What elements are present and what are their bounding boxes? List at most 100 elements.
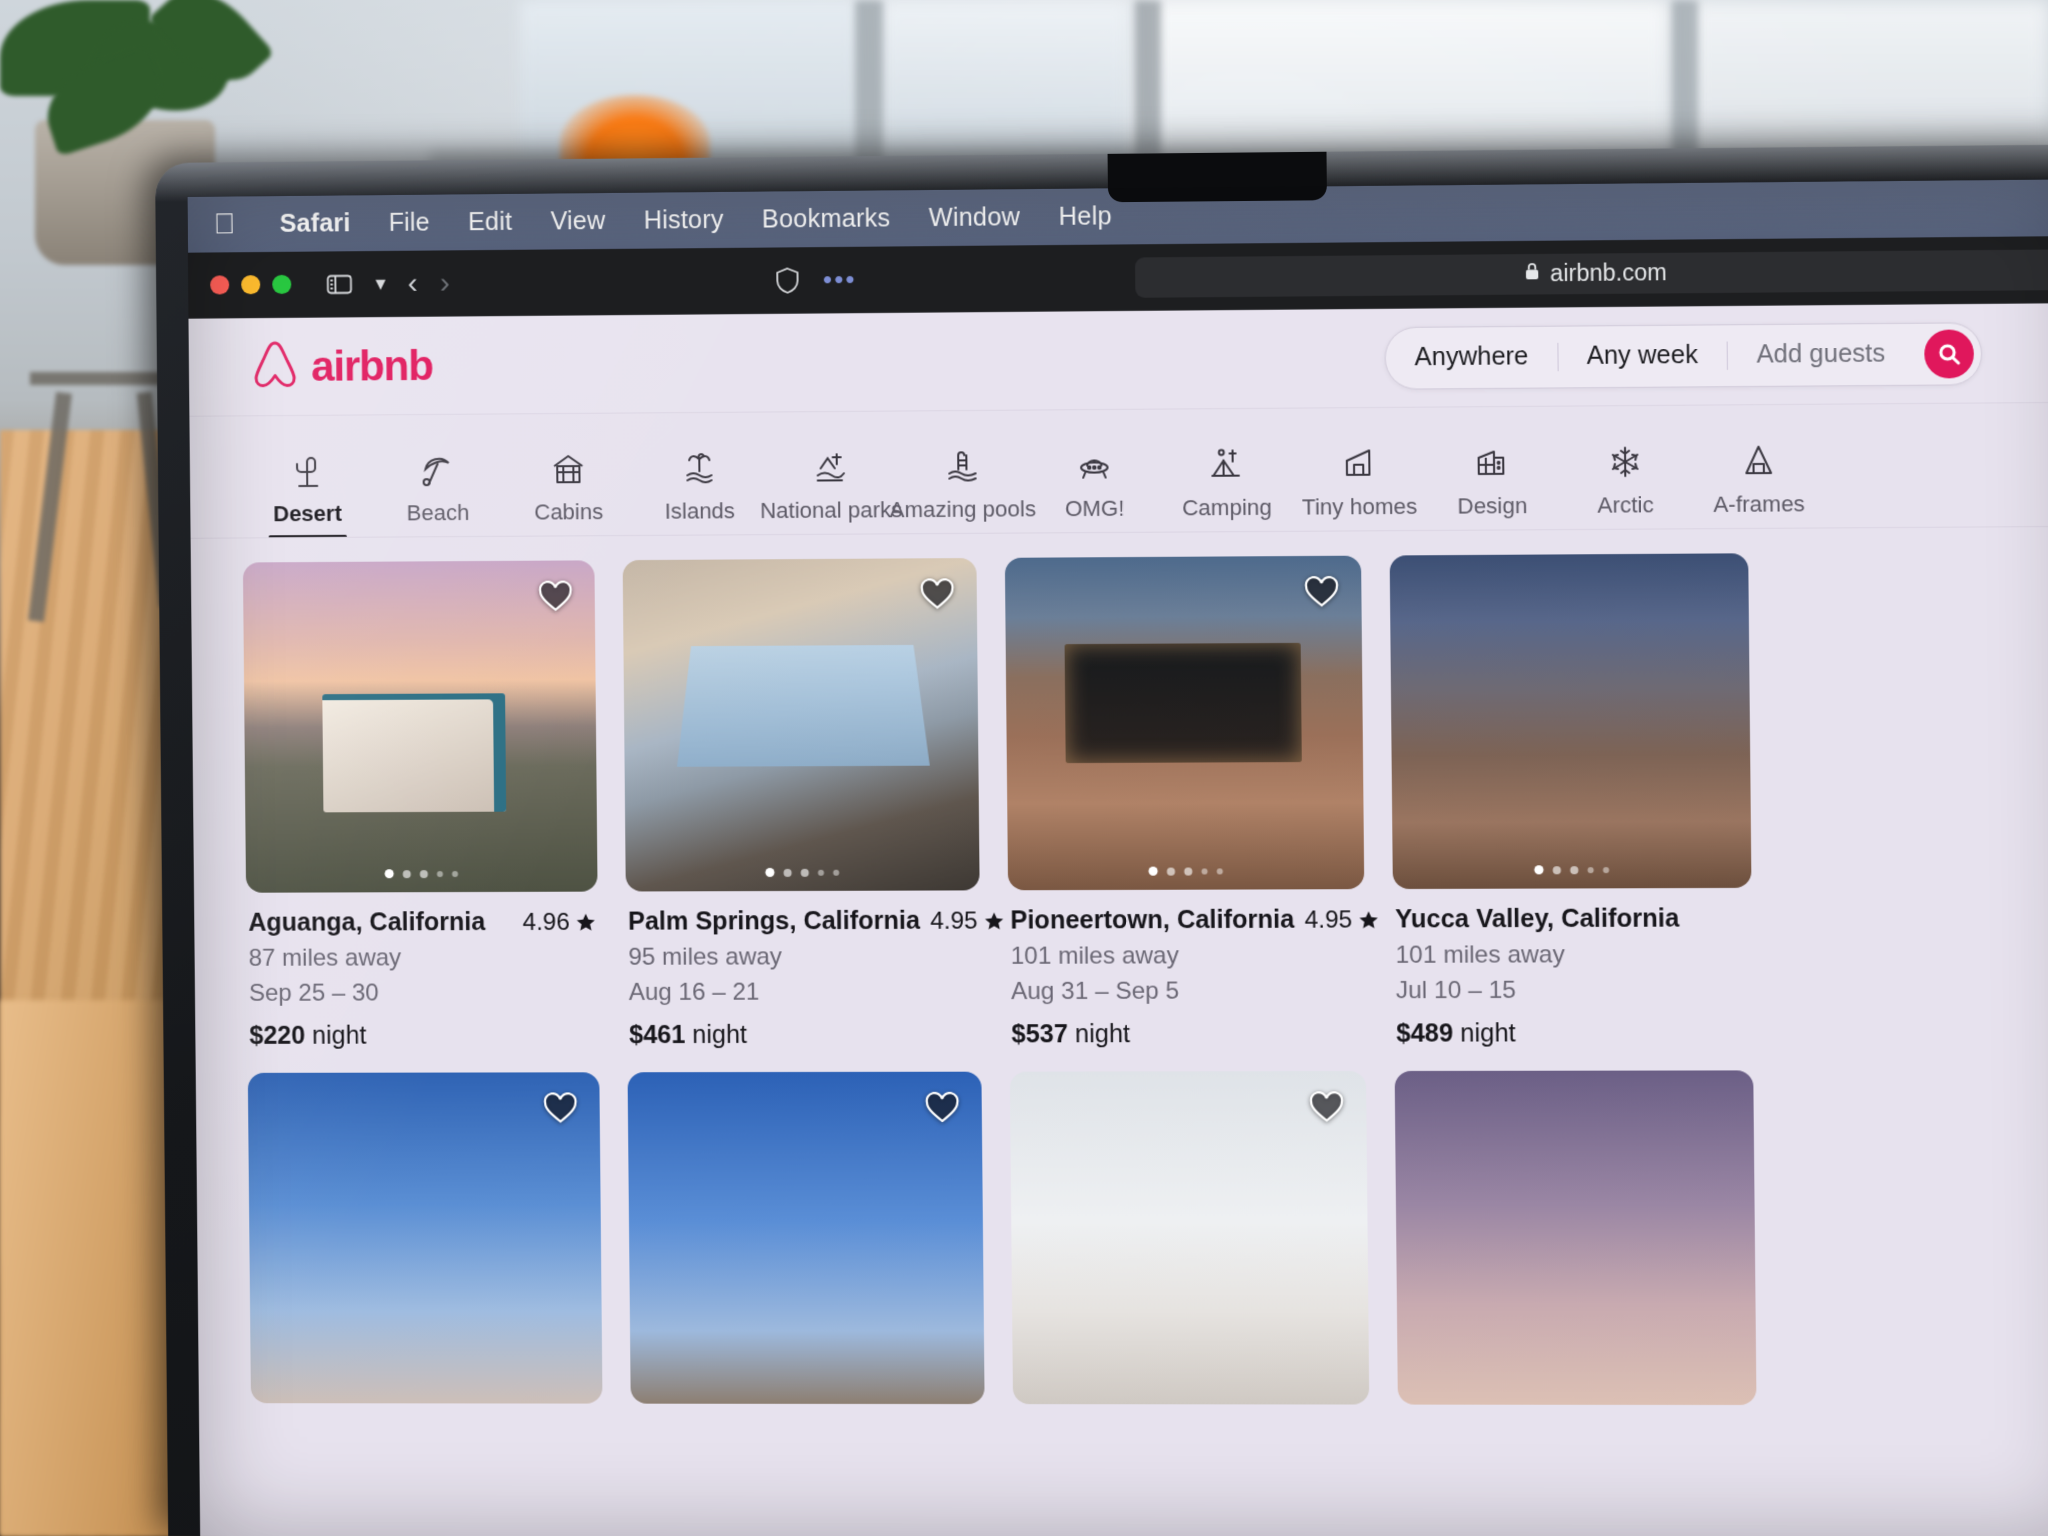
- carousel-dot[interactable]: [419, 869, 428, 878]
- extensions-menu-button[interactable]: •••: [823, 264, 857, 295]
- rating-value: 4.96: [522, 908, 570, 936]
- category-national-parks[interactable]: National parks: [760, 447, 902, 534]
- carousel-dot[interactable]: [1201, 867, 1208, 875]
- heart-icon[interactable]: [538, 581, 573, 615]
- carousel-dot[interactable]: [1587, 866, 1594, 873]
- carousel-dot[interactable]: [817, 869, 825, 876]
- minimize-button[interactable]: [241, 275, 261, 295]
- carousel-dot[interactable]: [800, 868, 809, 877]
- heart-icon[interactable]: [1309, 1091, 1344, 1125]
- listing-title-row: Aguanga, California 4.96: [248, 908, 596, 938]
- category-arctic[interactable]: Arctic: [1558, 441, 1692, 529]
- carousel-dot[interactable]: [436, 870, 443, 877]
- carousel-dot[interactable]: [1534, 865, 1544, 875]
- maximize-button[interactable]: [272, 274, 292, 295]
- close-button[interactable]: [210, 275, 230, 295]
- address-bar[interactable]: airbnb.com: [1135, 248, 2048, 298]
- category-label: OMG!: [1064, 495, 1125, 522]
- apple-logo-icon[interactable]: : [213, 208, 235, 240]
- listing-photo[interactable]: [1004, 555, 1365, 891]
- carousel-dot[interactable]: [1602, 866, 1610, 873]
- category-label: Beach: [406, 499, 470, 526]
- category-amazing-pools[interactable]: Amazing pools: [890, 446, 1036, 533]
- menu-item-help[interactable]: Help: [1059, 202, 1112, 232]
- price-amount: $220: [249, 1021, 306, 1050]
- category-design[interactable]: Design: [1425, 442, 1559, 530]
- listing-card[interactable]: [1394, 1070, 1757, 1406]
- listing-title: Pioneertown, California: [1010, 905, 1295, 935]
- privacy-shield-icon[interactable]: [774, 266, 801, 294]
- listing-dates: Jul 10 – 15: [1395, 976, 1517, 1005]
- search-icon[interactable]: [1924, 328, 1975, 379]
- menu-item-history[interactable]: History: [644, 205, 724, 235]
- heart-icon[interactable]: [1304, 576, 1339, 611]
- carousel-dot[interactable]: [1570, 865, 1579, 874]
- back-button[interactable]: ‹: [408, 266, 418, 299]
- carousel-dot[interactable]: [1184, 866, 1193, 876]
- photo-carousel-dots[interactable]: [1148, 866, 1223, 876]
- listing-photo[interactable]: [1389, 553, 1752, 890]
- airbnb-page: airbnb Anywhere Any week Add guests Dese…: [188, 303, 2048, 1536]
- listing-card[interactable]: Pioneertown, California 4.95 101 miles a…: [1004, 555, 1378, 1050]
- heart-icon[interactable]: [543, 1092, 578, 1126]
- carousel-dot[interactable]: [384, 869, 394, 879]
- menu-item-window[interactable]: Window: [929, 203, 1021, 233]
- carousel-dot[interactable]: [1148, 866, 1158, 876]
- forward-button[interactable]: ›: [440, 266, 450, 299]
- listing-title: Palm Springs, California: [627, 906, 921, 936]
- photo-carousel-dots[interactable]: [765, 867, 840, 877]
- menu-item-bookmarks[interactable]: Bookmarks: [762, 204, 891, 234]
- listing-card[interactable]: [1009, 1071, 1370, 1405]
- carousel-dot[interactable]: [1166, 867, 1176, 876]
- menu-item-file[interactable]: File: [389, 208, 431, 237]
- menu-item-edit[interactable]: Edit: [468, 207, 512, 236]
- listing-title: Aguanga, California: [248, 908, 486, 937]
- photo-carousel-dots[interactable]: [384, 869, 459, 879]
- search-location-field[interactable]: Anywhere: [1386, 342, 1557, 373]
- listing-card[interactable]: [247, 1072, 603, 1404]
- carousel-dot[interactable]: [783, 868, 792, 877]
- listing-card[interactable]: [627, 1071, 985, 1405]
- listing-card[interactable]: Palm Springs, California 4.95 95 miles a…: [622, 557, 1004, 1050]
- menu-item-view[interactable]: View: [550, 206, 605, 236]
- search-bar[interactable]: Anywhere Any week Add guests: [1384, 321, 1983, 390]
- category-a-frames[interactable]: A-frames: [1692, 440, 1826, 528]
- heart-icon[interactable]: [920, 578, 955, 612]
- photo-carousel-dots[interactable]: [1534, 865, 1610, 875]
- listing-grid-row-2: [196, 1047, 2048, 1406]
- listing-photo[interactable]: [1394, 1070, 1757, 1406]
- listing-title-row: Pioneertown, California 4.95: [1010, 905, 1378, 935]
- beach-umbrella-icon: [419, 450, 456, 490]
- cabin-icon: [550, 449, 587, 489]
- listing-price: $220 night: [249, 1021, 597, 1051]
- carousel-dot[interactable]: [765, 867, 775, 877]
- search-dates-field[interactable]: Any week: [1558, 341, 1727, 372]
- listing-details: Palm Springs, California 4.95 95 miles a…: [626, 890, 1004, 1050]
- category-beach[interactable]: Beach: [372, 450, 503, 537]
- category-islands[interactable]: Islands: [634, 448, 766, 535]
- listing-photo[interactable]: [622, 557, 980, 892]
- category-omg[interactable]: OMG!: [1028, 445, 1161, 533]
- category-desert[interactable]: Desert: [242, 450, 373, 537]
- category-tiny-homes[interactable]: Tiny homes: [1293, 443, 1427, 531]
- category-camping[interactable]: Camping: [1160, 444, 1293, 532]
- listing-photo[interactable]: [242, 560, 598, 893]
- sidebar-toggle-icon[interactable]: [325, 272, 353, 296]
- listing-card[interactable]: Aguanga, California 4.96 87 miles away S…: [242, 560, 599, 1051]
- carousel-dot[interactable]: [402, 869, 411, 878]
- search-guests-field[interactable]: Add guests: [1728, 339, 1915, 370]
- carousel-dot[interactable]: [833, 869, 840, 876]
- listing-photo[interactable]: [247, 1072, 603, 1404]
- listing-card[interactable]: Yucca Valley, California 101 miles away …: [1389, 553, 1753, 1048]
- carousel-dot[interactable]: [1552, 865, 1561, 874]
- chevron-down-icon[interactable]: ▾: [375, 271, 385, 296]
- listing-photo[interactable]: [1009, 1071, 1370, 1405]
- menu-item-safari[interactable]: Safari: [280, 209, 351, 239]
- carousel-dot[interactable]: [1216, 867, 1223, 874]
- category-filter-bar[interactable]: Desert Beach Cabins Islands National par…: [189, 402, 2048, 539]
- category-cabins[interactable]: Cabins: [503, 449, 635, 536]
- airbnb-logo[interactable]: airbnb: [251, 338, 433, 395]
- listing-photo[interactable]: [627, 1071, 985, 1405]
- heart-icon[interactable]: [925, 1092, 960, 1126]
- carousel-dot[interactable]: [451, 870, 459, 877]
